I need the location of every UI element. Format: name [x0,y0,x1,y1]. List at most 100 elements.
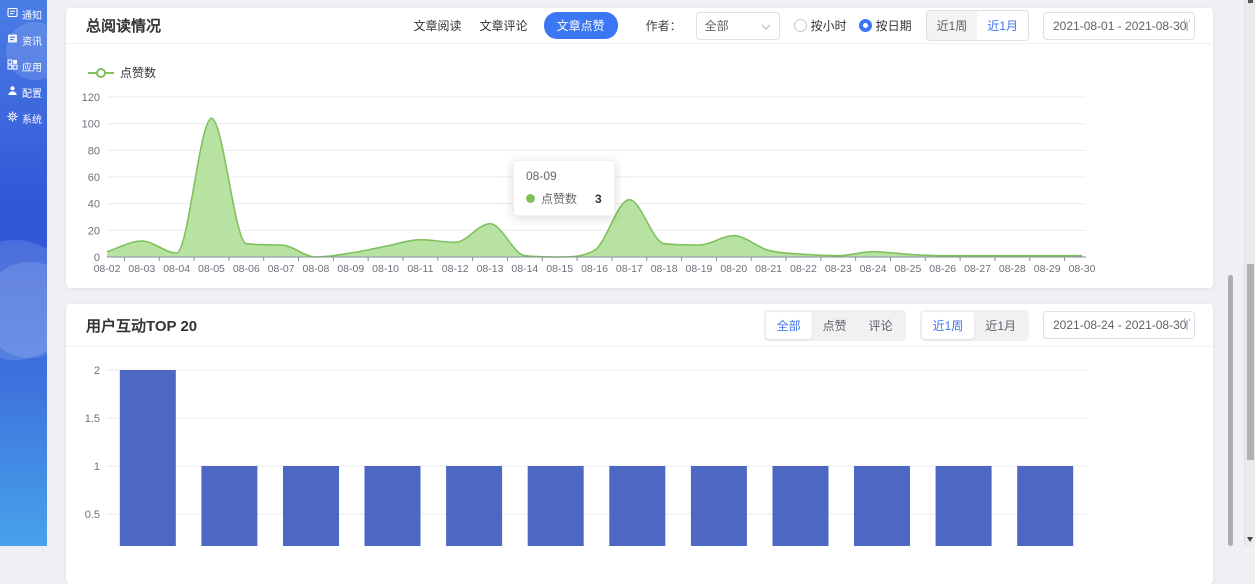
svg-text:08-25: 08-25 [894,263,921,275]
svg-text:08-10: 08-10 [372,263,399,275]
svg-text:08-06: 08-06 [233,263,260,275]
notice-icon [7,7,18,21]
svg-text:2: 2 [94,365,100,377]
tab-article-read[interactable]: 文章阅读 [412,13,464,38]
radio-by-hour[interactable]: 按小时 [794,17,847,34]
svg-text:08-11: 08-11 [407,263,433,275]
gear-icon [7,111,18,125]
content-scrollbar-thumb[interactable] [1228,275,1233,546]
sidebar-item-notice[interactable]: 通知 [0,4,47,24]
time-mode-radio-group: 按小时 按日期 [794,17,912,34]
calendar-icon[interactable] [1186,21,1188,31]
author-select[interactable]: 全部 [696,12,780,40]
last-month-button-2[interactable]: 近1月 [974,312,1027,339]
chevron-down-icon [761,19,771,33]
svg-text:08-15: 08-15 [546,263,573,275]
range-quick-buttons: 近1周 近1月 [926,10,1029,41]
svg-text:1: 1 [94,461,100,473]
svg-text:08-18: 08-18 [651,263,678,275]
sidebar-item-label: 系统 [22,111,42,126]
svg-text:0.5: 0.5 [85,509,100,521]
svg-text:08-16: 08-16 [581,263,608,275]
svg-text:08-08: 08-08 [302,263,329,275]
tooltip-date: 08-09 [526,169,602,183]
top20-panel-header: 用户互动TOP 20 全部 点赞 评论 近1周 近1月 2021-08-24 -… [66,304,1213,347]
radio-icon [859,19,872,32]
tab-comment[interactable]: 评论 [858,312,904,339]
radio-by-date[interactable]: 按日期 [859,17,912,34]
svg-text:08-02: 08-02 [94,263,121,275]
top20-panel: 用户互动TOP 20 全部 点赞 评论 近1周 近1月 2021-08-24 -… [66,304,1213,584]
reading-area-chart[interactable]: 02040608010012008-0208-0308-0408-0508-06… [66,44,1213,288]
sidebar-item-label: 应用 [22,59,42,74]
sidebar-item-system[interactable]: 系统 [0,108,47,128]
user-config-icon [7,85,18,99]
svg-text:08-17: 08-17 [616,263,643,275]
svg-text:08-19: 08-19 [686,263,713,275]
svg-text:20: 20 [88,225,100,237]
svg-text:08-07: 08-07 [268,263,295,275]
interaction-type-tabs: 全部 点赞 评论 [764,310,906,341]
radio-icon [794,19,807,32]
svg-text:1.5: 1.5 [85,413,100,425]
svg-text:08-05: 08-05 [198,263,225,275]
svg-text:08-21: 08-21 [755,263,782,275]
svg-text:40: 40 [88,199,100,211]
svg-text:08-04: 08-04 [163,263,190,275]
chart-tooltip: 08-09 点赞数 3 [513,160,615,216]
top20-bar-chart[interactable]: 0.5 1 1.5 2 [66,347,1213,546]
date-range-input[interactable]: 2021-08-01 - 2021-08-30 [1043,12,1195,40]
tab-all[interactable]: 全部 [766,312,812,339]
last-week-button[interactable]: 近1周 [927,11,978,40]
svg-text:100: 100 [82,119,100,131]
last-month-button[interactable]: 近1月 [977,11,1028,40]
scrollbar-down-icon[interactable] [1247,537,1253,542]
svg-text:08-22: 08-22 [790,263,817,275]
svg-text:08-09: 08-09 [337,263,364,275]
tab-article-like[interactable]: 文章点赞 [544,12,618,39]
page-scrollbar[interactable] [1244,0,1255,546]
author-select-value: 全部 [705,17,729,34]
reading-overview-panel: 总阅读情况 文章阅读 文章评论 文章点赞 作者： 全部 按小时 按日期 [66,8,1213,288]
svg-text:08-26: 08-26 [929,263,956,275]
tooltip-series-label: 点赞数 [541,190,577,207]
sidebar-item-label: 资讯 [22,33,42,48]
scrollbar-up-button[interactable] [1248,0,1253,3]
tab-like[interactable]: 点赞 [812,312,858,339]
svg-text:08-28: 08-28 [999,263,1026,275]
range-quick-buttons-2: 近1周 近1月 [920,310,1029,341]
svg-text:08-27: 08-27 [964,263,991,275]
svg-text:08-13: 08-13 [477,263,504,275]
apps-icon [7,59,18,73]
svg-text:08-14: 08-14 [511,263,538,275]
svg-text:60: 60 [88,172,100,184]
last-week-button-2[interactable]: 近1周 [922,312,975,339]
author-label: 作者： [646,17,682,34]
calendar-icon-2[interactable] [1186,320,1188,330]
sidebar-item-label: 配置 [22,85,42,100]
sidebar-item-config[interactable]: 配置 [0,82,47,102]
date-range-value: 2021-08-01 - 2021-08-30 [1053,19,1186,33]
svg-text:80: 80 [88,145,100,157]
sidebar: 通知 资讯 应用 配置 系统 [0,0,47,546]
reading-panel-header: 总阅读情况 文章阅读 文章评论 文章点赞 作者： 全部 按小时 按日期 [66,8,1213,44]
page-scrollbar-thumb[interactable] [1247,264,1254,460]
svg-text:08-24: 08-24 [860,263,887,275]
sidebar-item-news[interactable]: 资讯 [0,30,47,50]
tab-article-comment[interactable]: 文章评论 [478,13,530,38]
tooltip-series-dot [526,194,535,203]
svg-text:08-20: 08-20 [720,263,747,275]
svg-text:08-12: 08-12 [442,263,469,275]
sidebar-item-label: 通知 [22,7,42,22]
svg-text:08-03: 08-03 [128,263,155,275]
top20-title: 用户互动TOP 20 [86,315,197,336]
svg-text:08-30: 08-30 [1069,263,1096,275]
page-title: 总阅读情况 [86,15,161,36]
date-range-input-2[interactable]: 2021-08-24 - 2021-08-30 [1043,311,1195,339]
news-icon [7,33,18,47]
svg-text:08-29: 08-29 [1034,263,1061,275]
svg-text:08-23: 08-23 [825,263,852,275]
sidebar-decor-circle [0,262,47,358]
svg-text:120: 120 [82,92,100,104]
sidebar-item-apps[interactable]: 应用 [0,56,47,76]
